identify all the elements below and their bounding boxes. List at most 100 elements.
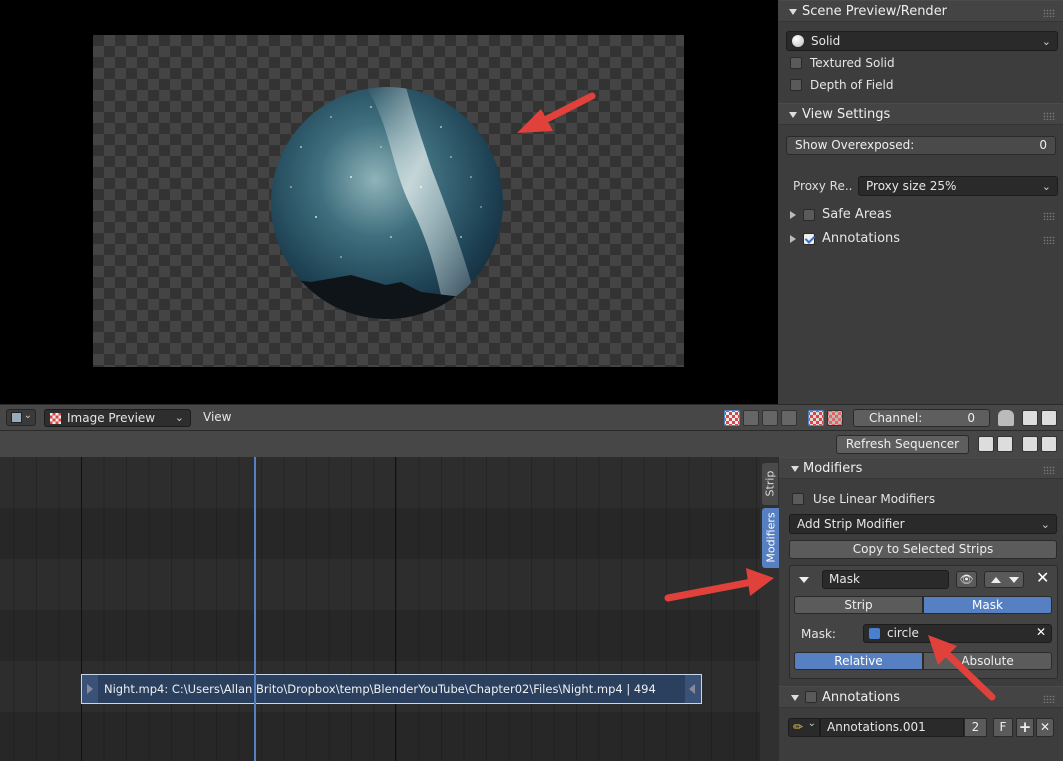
preview-properties-panel: Scene Preview/Render Solid ⌄ Textured So… — [778, 0, 1063, 404]
proxy-render-label: Proxy Re.. — [793, 179, 853, 193]
input-mask-tab[interactable]: Mask — [923, 596, 1052, 614]
drag-grip-icon[interactable] — [1043, 9, 1055, 17]
display-image-icon[interactable] — [724, 410, 740, 426]
strip-left-handle[interactable] — [82, 675, 98, 703]
drag-grip-icon[interactable] — [1043, 695, 1055, 703]
input-strip-tab[interactable]: Strip — [794, 596, 923, 614]
panel-title: Modifiers — [803, 461, 863, 476]
remove-modifier-icon[interactable]: ✕ — [1036, 568, 1049, 587]
use-linear-modifiers-checkbox[interactable] — [792, 493, 804, 505]
view-type-dropdown[interactable]: Image Preview ⌄ — [44, 409, 191, 427]
strip-properties-panel: Modifiers Use Linear Modifiers Add Strip… — [779, 457, 1063, 761]
users-count-button[interactable]: 2 — [964, 718, 987, 737]
mask-datablock-icon — [869, 628, 880, 639]
display-mode-dropdown[interactable]: Solid ⌄ — [786, 31, 1058, 51]
movie-strip[interactable]: Night.mp4: C:\Users\Allan Brito\Dropbox\… — [81, 674, 702, 704]
expand-triangle-icon[interactable] — [790, 235, 796, 243]
transparent-preview-icon[interactable] — [827, 410, 843, 426]
move-down-icon[interactable] — [1009, 577, 1019, 583]
tab-modifiers[interactable]: Modifiers — [762, 508, 780, 568]
paste-strips-icon[interactable] — [1041, 436, 1057, 452]
annotation-name-value: Annotations.001 — [827, 720, 926, 734]
show-overexposed-field[interactable]: Show Overexposed: 0 — [786, 136, 1056, 155]
handle-arrow-icon — [689, 684, 695, 694]
chevron-down-icon: ⌄ — [1041, 35, 1051, 48]
render-animation-icon[interactable] — [997, 436, 1013, 452]
sequencer-preview-area[interactable] — [0, 0, 778, 404]
show-annotations-icon[interactable] — [808, 410, 824, 426]
tab-strip-label: Strip — [763, 470, 777, 497]
show-overexposed-label: Show Overexposed: — [795, 138, 915, 152]
copy-strips-icon[interactable] — [1022, 436, 1038, 452]
move-up-icon[interactable] — [991, 577, 1001, 583]
mask-selector-field[interactable]: circle ✕ — [863, 624, 1052, 643]
annotations-panel-checkbox[interactable] — [805, 691, 817, 703]
view-menu[interactable]: View — [203, 410, 231, 424]
add-strip-modifier-dropdown[interactable]: Add Strip Modifier ⌄ — [789, 514, 1057, 534]
textured-solid-checkbox[interactable] — [790, 57, 802, 69]
refresh-sequencer-button[interactable]: Refresh Sequencer — [836, 435, 969, 454]
collapse-triangle-icon[interactable] — [799, 577, 809, 583]
chevron-down-icon: ⌄ — [807, 718, 816, 729]
mute-toggle-button[interactable]: 👁 — [956, 571, 977, 588]
render-still-icon[interactable] — [1022, 410, 1038, 426]
mask-field-label: Mask: — [801, 627, 836, 641]
channel-field[interactable]: Channel: 0 — [853, 409, 990, 427]
panel-title: Annotations — [822, 690, 901, 705]
vectorscope-icon[interactable] — [762, 410, 778, 426]
new-annotation-icon[interactable]: + — [1016, 718, 1034, 737]
image-preview-icon — [50, 413, 61, 424]
modifiers-header[interactable]: Modifiers — [779, 457, 1063, 479]
collapse-triangle-icon — [789, 9, 797, 15]
collapse-triangle-icon — [791, 695, 799, 701]
move-modifier-buttons[interactable] — [984, 571, 1024, 588]
chevron-down-icon: ⌄ — [23, 410, 32, 421]
drag-grip-icon[interactable] — [1043, 112, 1055, 120]
scene-end-line — [395, 457, 396, 761]
view-settings-header[interactable]: View Settings — [778, 103, 1063, 125]
tab-modifiers-label: Modifiers — [764, 512, 778, 563]
collapse-triangle-icon — [791, 466, 799, 472]
channel-label: Channel: — [869, 411, 923, 425]
drag-grip-icon[interactable] — [1043, 212, 1055, 220]
drag-grip-icon[interactable] — [1043, 466, 1055, 474]
scene-start-line — [81, 457, 82, 761]
strip-right-handle[interactable] — [685, 675, 701, 703]
channel-value: 0 — [967, 411, 975, 425]
tab-strip[interactable]: Strip — [762, 463, 778, 505]
absolute-tab[interactable]: Absolute — [923, 652, 1052, 670]
scene-preview-render-header[interactable]: Scene Preview/Render — [778, 0, 1063, 22]
histogram-icon[interactable] — [781, 410, 797, 426]
annotation-name-field[interactable]: Annotations.001 — [820, 718, 964, 737]
copy-to-selected-strips-button[interactable]: Copy to Selected Strips — [789, 540, 1057, 559]
sequencer-editor-icon — [11, 412, 22, 423]
annotations-checkbox[interactable] — [803, 233, 815, 245]
render-animation-icon[interactable] — [1041, 410, 1057, 426]
drag-grip-icon[interactable] — [1043, 236, 1055, 244]
chevron-down-icon: ⌄ — [1040, 518, 1050, 531]
panel-title: View Settings — [802, 107, 891, 122]
relative-tab[interactable]: Relative — [794, 652, 923, 670]
mask-selector-value: circle — [887, 626, 919, 640]
ghost-icon[interactable] — [998, 410, 1014, 426]
proxy-size-value: Proxy size 25% — [866, 179, 957, 193]
sequencer-header-bar: Refresh Sequencer — [0, 430, 1063, 457]
clear-mask-icon[interactable]: ✕ — [1036, 625, 1046, 639]
modifier-name-field[interactable]: Mask — [822, 570, 949, 589]
safe-areas-checkbox[interactable] — [803, 209, 815, 221]
annotations-panel-header[interactable]: Annotations — [779, 686, 1063, 708]
safe-areas-label: Safe Areas — [822, 207, 892, 222]
sequencer-timeline[interactable]: Night.mp4: C:\Users\Allan Brito\Dropbox\… — [0, 457, 760, 761]
preview-canvas-transparent — [93, 35, 684, 367]
unlink-annotation-icon[interactable]: ✕ — [1036, 718, 1054, 737]
fake-user-button[interactable]: F — [993, 718, 1013, 737]
render-still-icon[interactable] — [978, 436, 994, 452]
expand-triangle-icon[interactable] — [790, 211, 796, 219]
editor-type-selector[interactable]: ⌄ — [6, 409, 36, 426]
playhead-cursor[interactable] — [254, 457, 256, 761]
annotation-datablock-browse[interactable]: ✏ ⌄ — [788, 718, 820, 737]
waveform-icon[interactable] — [743, 410, 759, 426]
depth-of-field-checkbox[interactable] — [790, 79, 802, 91]
proxy-size-dropdown[interactable]: Proxy size 25% ⌄ — [858, 176, 1058, 196]
panel-title: Scene Preview/Render — [802, 4, 948, 19]
